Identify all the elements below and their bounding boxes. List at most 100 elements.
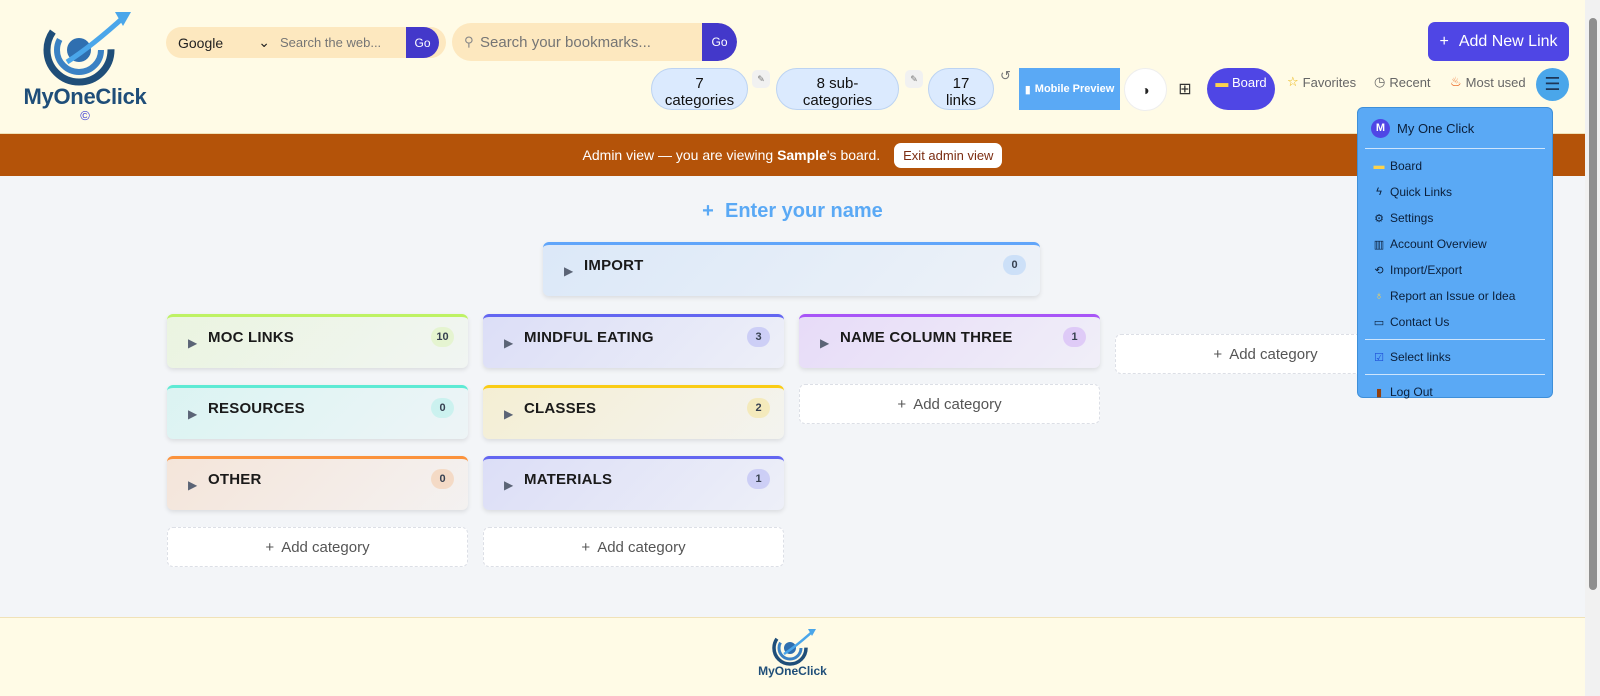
category-card[interactable]: ▶ IMPORT 0 <box>543 242 1040 296</box>
expand-arrow-icon[interactable]: ▶ <box>504 336 513 350</box>
category-card[interactable]: ▶ MATERIALS 1 <box>483 456 784 510</box>
hamburger-menu-button[interactable]: ☰ <box>1536 68 1569 101</box>
add-new-link-label: Add New Link <box>1458 32 1558 50</box>
menu-divider <box>1365 148 1545 149</box>
search-engine-value: Google <box>178 34 224 51</box>
phone-icon: ▮ <box>1024 83 1031 96</box>
menu-item-settings[interactable]: ⚙ Settings <box>1363 205 1547 231</box>
expand-arrow-icon[interactable]: ▶ <box>564 264 573 278</box>
add-new-link-button[interactable]: + Add New Link <box>1428 22 1569 61</box>
menu-item-label: Settings <box>1390 211 1434 225</box>
category-title: MOC LINKS <box>208 329 294 346</box>
clock-icon: ◷ <box>1374 74 1386 89</box>
menu-item-label: Board <box>1390 159 1423 173</box>
category-count-badge: 2 <box>747 398 770 418</box>
menu-item-quick-links[interactable]: ϟ Quick Links <box>1363 179 1547 205</box>
category-card[interactable]: ▶ CLASSES 2 <box>483 385 784 439</box>
fire-icon: ♨ <box>1450 74 1462 89</box>
lightbulb-icon: ♁ <box>1374 290 1384 302</box>
sub-categories-count-pill[interactable]: 8 sub-categories <box>776 68 899 110</box>
web-search-input[interactable] <box>278 35 406 50</box>
categories-count-pill[interactable]: 7 categories <box>651 68 748 110</box>
menu-divider <box>1365 374 1545 375</box>
expand-arrow-icon[interactable]: ▶ <box>504 407 513 421</box>
expand-arrow-icon[interactable]: ▶ <box>188 336 197 350</box>
category-card[interactable]: ▶ OTHER 0 <box>167 456 468 510</box>
menu-item-import-export[interactable]: ⟲ Import/Export <box>1363 257 1547 283</box>
add-category-button[interactable]: + Add category <box>799 384 1100 424</box>
menu-item-label: Import/Export <box>1390 263 1463 277</box>
category-card[interactable]: ▶ MINDFUL EATING 3 <box>483 314 784 368</box>
expand-arrow-icon[interactable]: ▶ <box>504 478 513 492</box>
enter-name-button[interactable]: + Enter your name <box>0 200 1585 223</box>
board: + Enter your name ▶ IMPORT 0 ▶ MOC LINKS… <box>0 176 1585 617</box>
menu-item-label: Log Out <box>1390 385 1433 399</box>
footer-logo-text: MyOneClick <box>758 664 827 678</box>
recent-link[interactable]: ◷ Recent <box>1374 74 1431 90</box>
board-button[interactable]: ▬ Board <box>1207 68 1275 110</box>
menu-item-report-issue[interactable]: ♁ Report an Issue or Idea <box>1363 283 1547 309</box>
plus-icon: + <box>581 538 591 556</box>
menu-item-log-out[interactable]: ▮ Log Out <box>1363 379 1547 405</box>
add-category-label: Add category <box>281 538 370 556</box>
category-count-badge: 0 <box>1003 255 1026 275</box>
bookmark-search-go-button[interactable]: Go <box>702 23 737 61</box>
most-used-link[interactable]: ♨ Most used <box>1450 74 1526 90</box>
theme-toggle-button[interactable]: ◑ <box>1124 68 1167 111</box>
category-card[interactable]: ▶ RESOURCES 0 <box>167 385 468 439</box>
menu-item-account-overview[interactable]: ▥ Account Overview <box>1363 231 1547 257</box>
expand-arrow-icon[interactable]: ▶ <box>188 478 197 492</box>
search-engine-select[interactable]: Google ⌄ <box>166 34 278 51</box>
exit-admin-view-button[interactable]: Exit admin view <box>894 142 1003 168</box>
plus-icon: + <box>1213 345 1223 363</box>
add-category-label: Add category <box>1229 345 1318 363</box>
expand-arrow-icon[interactable]: ▶ <box>820 336 829 350</box>
category-card[interactable]: ▶ MOC LINKS 10 <box>167 314 468 368</box>
plus-icon: + <box>702 200 714 222</box>
favorites-link[interactable]: ☆ Favorites <box>1287 74 1356 90</box>
edit-sub-categories-icon[interactable]: ✎ <box>905 70 923 88</box>
web-search-go-button[interactable]: Go <box>406 27 439 58</box>
page-scrollbar[interactable] <box>1585 0 1600 696</box>
logo-copyright: © <box>80 108 90 123</box>
menu-item-label: Select links <box>1390 350 1451 364</box>
footer-logo-icon <box>771 629 816 666</box>
most-used-label: Most used <box>1465 74 1526 90</box>
refresh-icon[interactable]: ↺ <box>1000 68 1011 84</box>
chevron-down-icon: ⌄ <box>258 34 270 50</box>
menu-divider <box>1365 339 1545 340</box>
menu-item-contact-us[interactable]: ▭ Contact Us <box>1363 309 1547 335</box>
category-title: MINDFUL EATING <box>524 329 654 346</box>
chart-icon: ▥ <box>1373 238 1385 251</box>
category-card[interactable]: ▶ NAME COLUMN THREE 1 <box>799 314 1100 368</box>
category-count-badge: 0 <box>431 469 454 489</box>
star-icon: ☆ <box>1287 74 1299 89</box>
menu-item-board[interactable]: ▬ Board <box>1363 153 1547 179</box>
edit-categories-icon[interactable]: ✎ <box>752 70 770 88</box>
mailbox-icon: ▭ <box>1373 316 1385 329</box>
checkbox-icon: ☑ <box>1374 351 1384 364</box>
logo[interactable]: MyOneClick © <box>14 6 156 130</box>
mobile-preview-button[interactable]: ▮ Mobile Preview <box>1019 68 1120 110</box>
add-category-button[interactable]: + Add category <box>167 527 468 567</box>
category-title: OTHER <box>208 471 262 488</box>
door-icon: ▮ <box>1375 386 1383 399</box>
links-count-pill[interactable]: 17 links <box>928 68 994 110</box>
admin-viewed-user: Sample <box>777 147 827 163</box>
grid-view-icon[interactable]: ⊞ <box>1173 77 1197 101</box>
gear-icon: ⚙ <box>1374 212 1384 225</box>
logo-text: MyOneClick <box>23 84 147 109</box>
bookmark-search-input[interactable] <box>480 33 702 51</box>
category-count-badge: 1 <box>1063 327 1086 347</box>
menu-user-name: My One Click <box>1397 121 1475 136</box>
admin-banner: Admin view — you are viewing Sample's bo… <box>0 134 1585 176</box>
scrollbar-thumb[interactable] <box>1589 18 1597 590</box>
enter-name-label: Enter your name <box>724 200 883 222</box>
category-title: IMPORT <box>584 257 644 274</box>
add-category-button[interactable]: + Add category <box>483 527 784 567</box>
category-title: CLASSES <box>524 400 597 417</box>
expand-arrow-icon[interactable]: ▶ <box>188 407 197 421</box>
category-count-badge: 0 <box>431 398 454 418</box>
menu-item-select-links[interactable]: ☑ Select links <box>1363 344 1547 370</box>
sync-icon: ⟲ <box>1374 264 1384 277</box>
